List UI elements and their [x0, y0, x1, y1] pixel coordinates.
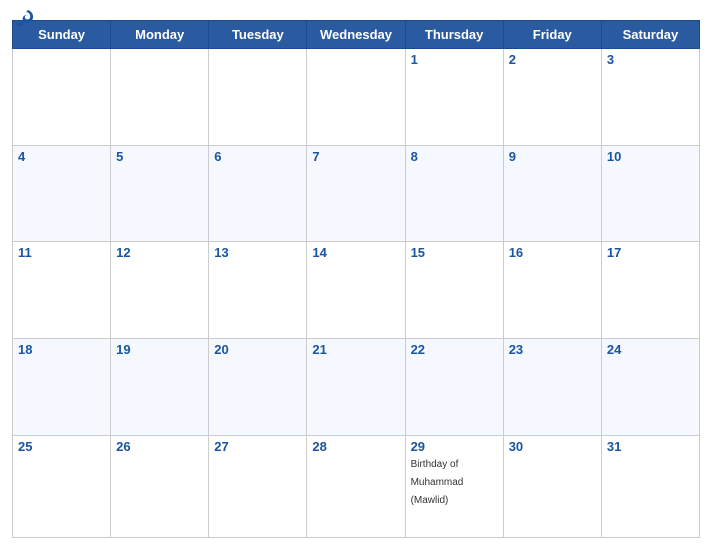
calendar-week-row: 123	[13, 49, 700, 146]
day-number: 12	[116, 245, 203, 260]
calendar-cell: 22	[405, 339, 503, 436]
weekday-header-friday: Friday	[503, 21, 601, 49]
day-number: 24	[607, 342, 694, 357]
calendar-cell: 7	[307, 145, 405, 242]
day-number: 14	[312, 245, 399, 260]
calendar-cell: 29 Birthday of Muhammad (Mawlid)	[405, 435, 503, 537]
calendar-cell: 28	[307, 435, 405, 537]
day-number: 16	[509, 245, 596, 260]
calendar-cell: 12	[111, 242, 209, 339]
day-number: 15	[411, 245, 498, 260]
day-number: 31	[607, 439, 694, 454]
day-number: 2	[509, 52, 596, 67]
calendar-cell: 10	[601, 145, 699, 242]
calendar-cell: 23	[503, 339, 601, 436]
calendar-cell: 3	[601, 49, 699, 146]
calendar-cell: 6	[209, 145, 307, 242]
day-number: 27	[214, 439, 301, 454]
calendar-cell: 16	[503, 242, 601, 339]
weekday-header-thursday: Thursday	[405, 21, 503, 49]
calendar-cell: 21	[307, 339, 405, 436]
calendar-cell: 5	[111, 145, 209, 242]
day-number: 29	[411, 439, 498, 454]
logo-bird-icon	[14, 8, 36, 35]
calendar-cell: 13	[209, 242, 307, 339]
day-number: 3	[607, 52, 694, 67]
weekday-header-tuesday: Tuesday	[209, 21, 307, 49]
calendar-cell: 8	[405, 145, 503, 242]
calendar-cell	[307, 49, 405, 146]
day-number: 19	[116, 342, 203, 357]
calendar-cell: 17	[601, 242, 699, 339]
calendar-cell	[111, 49, 209, 146]
calendar-cell: 11	[13, 242, 111, 339]
calendar-cell: 24	[601, 339, 699, 436]
day-number: 6	[214, 149, 301, 164]
calendar-header	[12, 10, 700, 14]
day-number: 21	[312, 342, 399, 357]
calendar-week-row: 18 19 20 21 22 23 24	[13, 339, 700, 436]
day-number: 30	[509, 439, 596, 454]
day-number: 11	[18, 245, 105, 260]
day-number: 7	[312, 149, 399, 164]
day-number: 22	[411, 342, 498, 357]
calendar-cell: 19	[111, 339, 209, 436]
weekday-header-monday: Monday	[111, 21, 209, 49]
day-number: 23	[509, 342, 596, 357]
calendar-cell: 18	[13, 339, 111, 436]
day-number: 18	[18, 342, 105, 357]
weekday-header-wednesday: Wednesday	[307, 21, 405, 49]
day-number: 25	[18, 439, 105, 454]
calendar-week-row: 25 26 27 28 29 Birthday of Muhammad (Mawlid) 3…	[13, 435, 700, 537]
day-number: 5	[116, 149, 203, 164]
day-number: 9	[509, 149, 596, 164]
calendar-cell: 9	[503, 145, 601, 242]
day-number: 13	[214, 245, 301, 260]
calendar-cell: 2	[503, 49, 601, 146]
logo	[12, 10, 36, 35]
calendar-week-row: 456789 10	[13, 145, 700, 242]
holiday-label: Birthday of Muhammad (Mawlid)	[411, 459, 464, 506]
calendar-cell: 30	[503, 435, 601, 537]
calendar-cell: 20	[209, 339, 307, 436]
day-number: 4	[18, 149, 105, 164]
day-number: 10	[607, 149, 694, 164]
day-number: 17	[607, 245, 694, 260]
calendar-table: SundayMondayTuesdayWednesdayThursdayFrid…	[12, 20, 700, 538]
calendar-cell: 26	[111, 435, 209, 537]
day-number: 26	[116, 439, 203, 454]
calendar-cell: 31	[601, 435, 699, 537]
day-number: 28	[312, 439, 399, 454]
day-number: 8	[411, 149, 498, 164]
calendar-cell: 14	[307, 242, 405, 339]
day-number: 1	[411, 52, 498, 67]
calendar-cell: 1	[405, 49, 503, 146]
weekday-header-saturday: Saturday	[601, 21, 699, 49]
calendar-cell: 25	[13, 435, 111, 537]
calendar-cell	[13, 49, 111, 146]
calendar-cell: 4	[13, 145, 111, 242]
calendar-cell	[209, 49, 307, 146]
calendar-container: SundayMondayTuesdayWednesdayThursdayFrid…	[0, 0, 712, 550]
calendar-cell: 15	[405, 242, 503, 339]
day-number: 20	[214, 342, 301, 357]
weekday-header-row: SundayMondayTuesdayWednesdayThursdayFrid…	[13, 21, 700, 49]
calendar-cell: 27	[209, 435, 307, 537]
calendar-week-row: 11 12 13 14 15 16 17	[13, 242, 700, 339]
